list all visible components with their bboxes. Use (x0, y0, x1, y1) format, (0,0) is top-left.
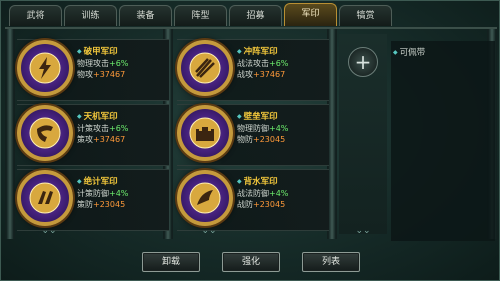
stat-value: +37467 (93, 135, 126, 144)
effect-label: 计策攻击 (77, 124, 109, 133)
stat-label: 战防 (237, 200, 253, 209)
seal-medallion (177, 170, 233, 226)
stat-label: 物攻 (77, 70, 93, 79)
fortress-icon (189, 117, 221, 149)
lightning-icon (29, 52, 61, 84)
chevron-down-icon: ⌄⌄ (201, 226, 217, 236)
seal-card-jueji[interactable]: 绝计军印 计策防御+4% 策防+23045 (17, 169, 169, 231)
stat-value: +23045 (253, 200, 286, 209)
stat-label: 战攻 (237, 70, 253, 79)
effect-value: +6% (269, 59, 289, 68)
tab-reward[interactable]: 犒赏 (339, 5, 392, 26)
stat-value: +37467 (253, 70, 286, 79)
unequip-button[interactable]: 卸载 (142, 252, 200, 272)
effect-value: +4% (269, 124, 289, 133)
effect-value: +6% (109, 59, 129, 68)
seal-medallion (177, 40, 233, 96)
tab-bar: 武将 训练 装备 阵型 招募 军印 犒赏 (9, 3, 495, 27)
seal-card-beishui[interactable]: 背水军印 战法防御+4% 战防+23045 (177, 169, 329, 231)
tab-formation[interactable]: 阵型 (174, 5, 227, 26)
strengthen-button[interactable]: 强化 (222, 252, 280, 272)
seal-card-bilei[interactable]: 壁垒军印 物理防御+4% 物防+23045 (177, 104, 329, 166)
seal-card-pojia[interactable]: 破甲军印 物理攻击+6% 物攻+37467 (17, 39, 169, 101)
stat-label: 物防 (237, 135, 253, 144)
military-seal-window: 武将 训练 装备 阵型 招募 军印 犒赏 破甲军印 物理攻击+6% 物攻+374… (0, 0, 500, 281)
stat-label: 策攻 (77, 135, 93, 144)
effect-label: 计策防御 (77, 189, 109, 198)
seal-name: 壁垒军印 (237, 111, 327, 123)
stat-value: +23045 (93, 200, 126, 209)
effect-value: +6% (109, 124, 129, 133)
stat-value: +23045 (253, 135, 286, 144)
seal-medallion (17, 40, 73, 96)
tab-equipment[interactable]: 装备 (119, 5, 172, 26)
tab-generals[interactable]: 武将 (9, 5, 62, 26)
seal-medallion (17, 105, 73, 161)
divider (5, 29, 15, 239)
effect-label: 战法防御 (237, 189, 269, 198)
seal-card-tianji[interactable]: 天机军印 计策攻击+6% 策攻+37467 (17, 104, 169, 166)
effect-label: 物理攻击 (77, 59, 109, 68)
tab-training[interactable]: 训练 (64, 5, 117, 26)
stat-label: 策防 (77, 200, 93, 209)
seal-name: 绝计军印 (77, 176, 167, 188)
seal-medallion (17, 170, 73, 226)
chevron-down-icon: ⌄⌄ (355, 226, 371, 236)
list-button[interactable]: 列表 (302, 252, 360, 272)
blade-icon (189, 182, 221, 214)
seal-name: 破甲军印 (77, 46, 167, 58)
carry-label: 可佩带 (393, 46, 426, 58)
seal-name: 背水军印 (237, 176, 327, 188)
scroll-icon (29, 182, 61, 214)
horn-icon (29, 117, 61, 149)
seal-medallion (177, 105, 233, 161)
effect-value: +4% (269, 189, 289, 198)
add-seal-button[interactable]: + (348, 47, 378, 77)
tab-military-seal[interactable]: 军印 (284, 3, 337, 26)
arrows-icon (189, 52, 221, 84)
tab-recruit[interactable]: 招募 (229, 5, 282, 26)
stat-value: +37467 (93, 70, 126, 79)
seal-name: 天机军印 (77, 111, 167, 123)
chevron-down-icon: ⌄⌄ (41, 226, 57, 236)
seal-name: 冲阵军印 (237, 46, 327, 58)
effect-value: +4% (109, 189, 129, 198)
seal-card-chongzhen[interactable]: 冲阵军印 战法攻击+6% 战攻+37467 (177, 39, 329, 101)
effect-label: 物理防御 (237, 124, 269, 133)
effect-label: 战法攻击 (237, 59, 269, 68)
carry-list-panel (391, 41, 495, 241)
